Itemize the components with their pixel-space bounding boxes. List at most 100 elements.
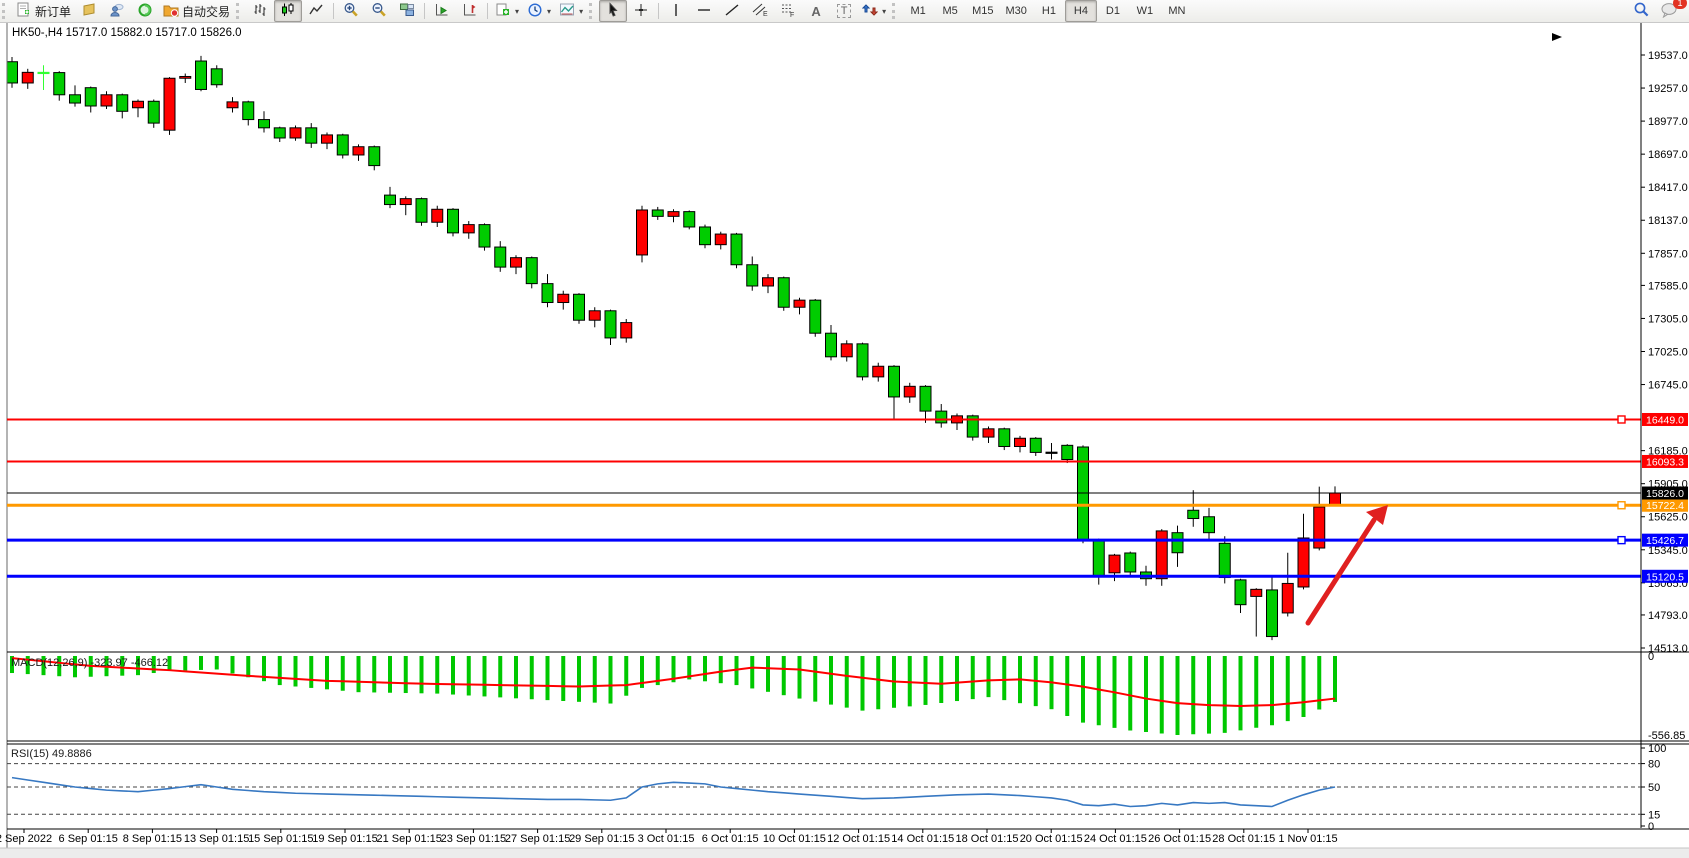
- price-badge-label: 15722.4: [1646, 500, 1684, 512]
- line-drag-handle[interactable]: [1618, 416, 1625, 423]
- bar-chart-icon: [252, 2, 268, 21]
- chart-shift-icon: [462, 2, 478, 21]
- timeframe-button-h1[interactable]: H1: [1033, 0, 1065, 22]
- time-axis-label: 27 Sep 01:15: [505, 833, 570, 845]
- text-tool-button[interactable]: A: [802, 0, 830, 22]
- line-drag-handle[interactable]: [1618, 502, 1625, 509]
- time-axis-label: 20 Oct 01:15: [1020, 833, 1083, 845]
- indicators-icon: [559, 2, 575, 21]
- navigator-button[interactable]: [131, 0, 159, 22]
- timeframe-button-m1[interactable]: M1: [902, 0, 934, 22]
- auto-trading-button[interactable]: 自动交易: [159, 0, 234, 22]
- trendline-tool-button[interactable]: [718, 0, 746, 22]
- svg-text:F: F: [790, 12, 794, 18]
- cursor-icon: [605, 2, 621, 21]
- price-axis-label: 19257.0: [1648, 83, 1688, 95]
- dropdown-caret-icon: ▾: [882, 7, 886, 16]
- profiles-button[interactable]: [103, 0, 131, 22]
- crosshair-tool-button[interactable]: [627, 0, 655, 22]
- equidistant-channel-tool-button[interactable]: E: [746, 0, 774, 22]
- clock-icon: [527, 2, 543, 21]
- rsi-axis-label: 0: [1648, 821, 1654, 833]
- timeframe-button-m5[interactable]: M5: [934, 0, 966, 22]
- candle: [479, 225, 490, 247]
- candle: [1188, 510, 1199, 518]
- arrows-tool-button[interactable]: ▾: [858, 0, 890, 22]
- timeframe-button-h4[interactable]: H4: [1065, 0, 1097, 22]
- candle: [794, 300, 805, 307]
- vertical-line-tool-button[interactable]: [662, 0, 690, 22]
- add-object-button[interactable]: ▾: [491, 0, 523, 22]
- dropdown-caret-icon: ▾: [547, 7, 551, 16]
- notifications-button[interactable]: 1: [1655, 0, 1683, 22]
- horizontal-line-tool-button[interactable]: [690, 0, 718, 22]
- indicators-button[interactable]: ▾: [555, 0, 587, 22]
- candle: [826, 333, 837, 357]
- candle: [1125, 553, 1136, 572]
- new-order-button[interactable]: 新订单: [12, 0, 75, 22]
- candle: [700, 227, 711, 245]
- chart-window-button[interactable]: [75, 0, 103, 22]
- horizontal-line-icon: [696, 2, 712, 21]
- timeframe-button-mn[interactable]: MN: [1161, 0, 1193, 22]
- price-axis-label: 18977.0: [1648, 116, 1688, 128]
- time-axis-label: 1 Nov 01:15: [1278, 833, 1337, 845]
- candle: [1093, 540, 1104, 577]
- time-axis-label: 24 Oct 01:15: [1084, 833, 1147, 845]
- zoom-in-button[interactable]: [337, 0, 365, 22]
- cursor-tool-button[interactable]: [599, 0, 627, 22]
- price-axis-label: 18697.0: [1648, 149, 1688, 161]
- tile-windows-icon: [399, 2, 415, 21]
- timeframe-button-m30[interactable]: M30: [1000, 0, 1033, 22]
- candle: [133, 101, 144, 107]
- candle: [290, 128, 301, 138]
- toolbar-separator: [333, 3, 334, 19]
- candle: [448, 209, 459, 233]
- rsi-axis-label: 50: [1648, 782, 1660, 794]
- line-chart-type-button[interactable]: [302, 0, 330, 22]
- toolbar-grip: [2, 3, 10, 19]
- macd-axis-label: -556.85: [1648, 730, 1685, 742]
- chart-shift-button[interactable]: [456, 0, 484, 22]
- arrows-icon: [862, 2, 878, 21]
- candle: [369, 147, 380, 166]
- candle: [337, 135, 348, 155]
- time-axis-label: 21 Sep 01:15: [376, 833, 441, 845]
- candle: [873, 366, 884, 377]
- chart-window-icon: [81, 2, 97, 21]
- line-drag-handle[interactable]: [1618, 537, 1625, 544]
- zoom-out-button[interactable]: [365, 0, 393, 22]
- bar-chart-type-button[interactable]: [246, 0, 274, 22]
- text-label-icon: T: [837, 4, 852, 18]
- candlestick-chart-type-button[interactable]: [274, 0, 302, 22]
- chart-canvas[interactable]: HK50-,H4 15717.0 15882.0 15717.0 15826.0…: [0, 0, 1689, 858]
- toolbar-separator: [487, 3, 488, 19]
- candle: [322, 135, 333, 143]
- fibonacci-tool-button[interactable]: F: [774, 0, 802, 22]
- candle: [1298, 538, 1309, 587]
- tile-windows-button[interactable]: [393, 0, 421, 22]
- auto-scroll-button[interactable]: [428, 0, 456, 22]
- profiles-icon: [109, 2, 125, 21]
- timeframe-button-d1[interactable]: D1: [1097, 0, 1129, 22]
- candle: [70, 95, 81, 103]
- timeframe-button-w1[interactable]: W1: [1129, 0, 1161, 22]
- candle: [400, 199, 411, 205]
- trendline-icon: [724, 2, 740, 21]
- candle: [889, 366, 900, 397]
- candle: [1235, 580, 1246, 605]
- chart-title: HK50-,H4 15717.0 15882.0 15717.0 15826.0: [12, 27, 242, 39]
- price-axis-label: 17025.0: [1648, 346, 1688, 358]
- candle: [85, 88, 96, 106]
- periods-button[interactable]: ▾: [523, 0, 555, 22]
- candle: [526, 258, 537, 284]
- rsi-axis-label: 100: [1648, 743, 1666, 755]
- search-button[interactable]: [1627, 0, 1655, 22]
- toolbar-separator: [658, 3, 659, 19]
- candle: [164, 78, 175, 130]
- candle: [117, 95, 128, 112]
- candle: [1267, 590, 1278, 637]
- time-axis-label: 13 Sep 01:15: [184, 833, 249, 845]
- timeframe-button-m15[interactable]: M15: [966, 0, 999, 22]
- text-label-tool-button[interactable]: T: [830, 0, 858, 22]
